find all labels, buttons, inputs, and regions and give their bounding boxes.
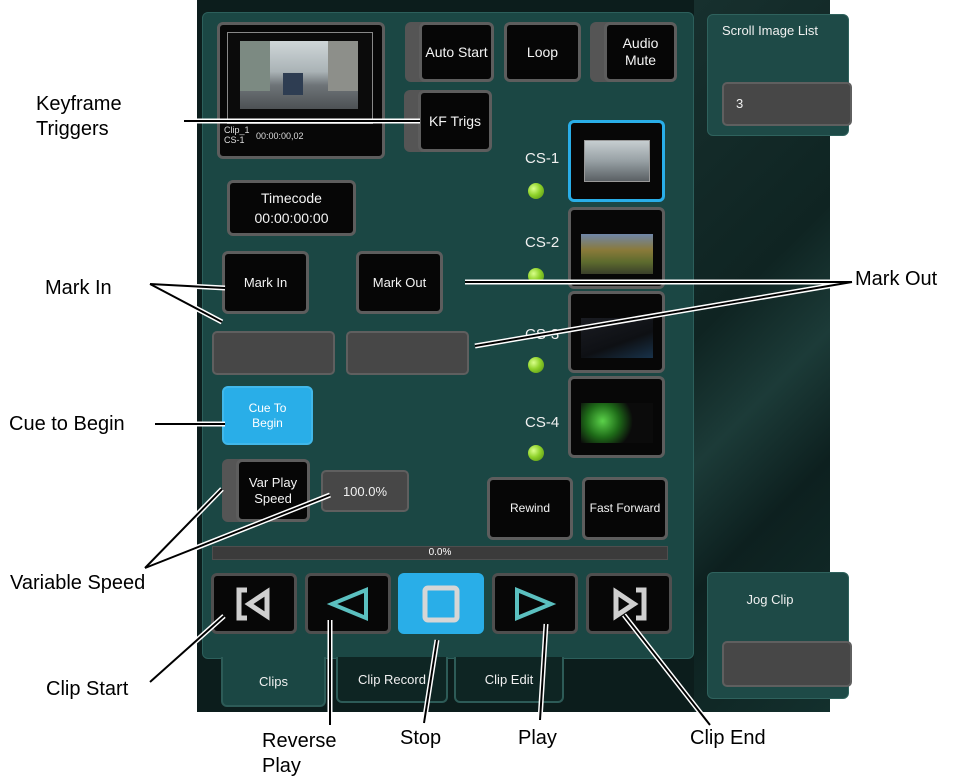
callout-stop: Stop [400, 727, 442, 749]
callout-cue-to-begin: Cue to Begin [9, 413, 125, 435]
callout-mark-out: Mark Out [855, 268, 938, 290]
callout-play: Play [518, 727, 557, 749]
callout-clip-end: Clip End [690, 727, 766, 749]
callout-clip-start: Clip Start [46, 678, 129, 700]
callout-mark-in: Mark In [45, 277, 112, 299]
callout-keyframe-triggers: Keyframe Triggers [36, 93, 122, 140]
callout-variable-speed: Variable Speed [10, 572, 146, 594]
callout-reverse-play: Reverse Play [262, 730, 337, 777]
